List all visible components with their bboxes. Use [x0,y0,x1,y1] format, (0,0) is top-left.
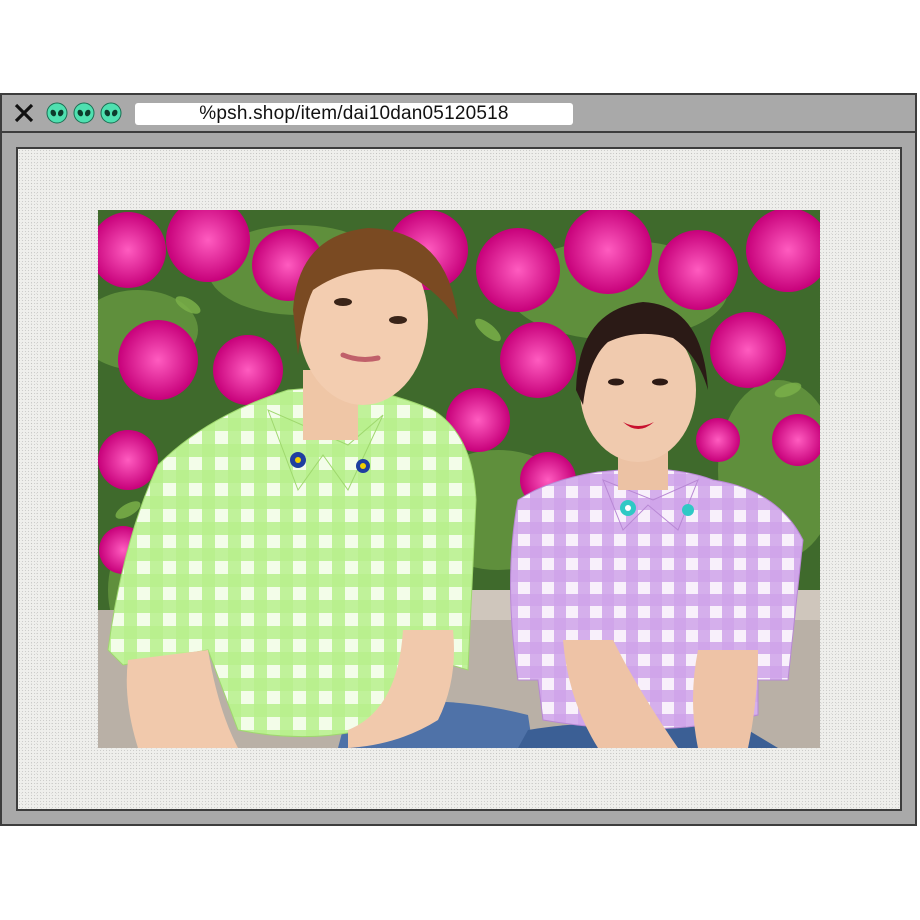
photo-illustration [98,210,820,748]
alien-icon[interactable] [46,102,68,124]
photo [98,210,820,748]
title-bar: %psh.shop/item/dai10dan05120518 [2,95,915,133]
close-icon[interactable] [11,100,37,126]
alien-icon[interactable] [73,102,95,124]
url-bar[interactable]: %psh.shop/item/dai10dan05120518 [135,103,573,125]
alien-icon[interactable] [100,102,122,124]
